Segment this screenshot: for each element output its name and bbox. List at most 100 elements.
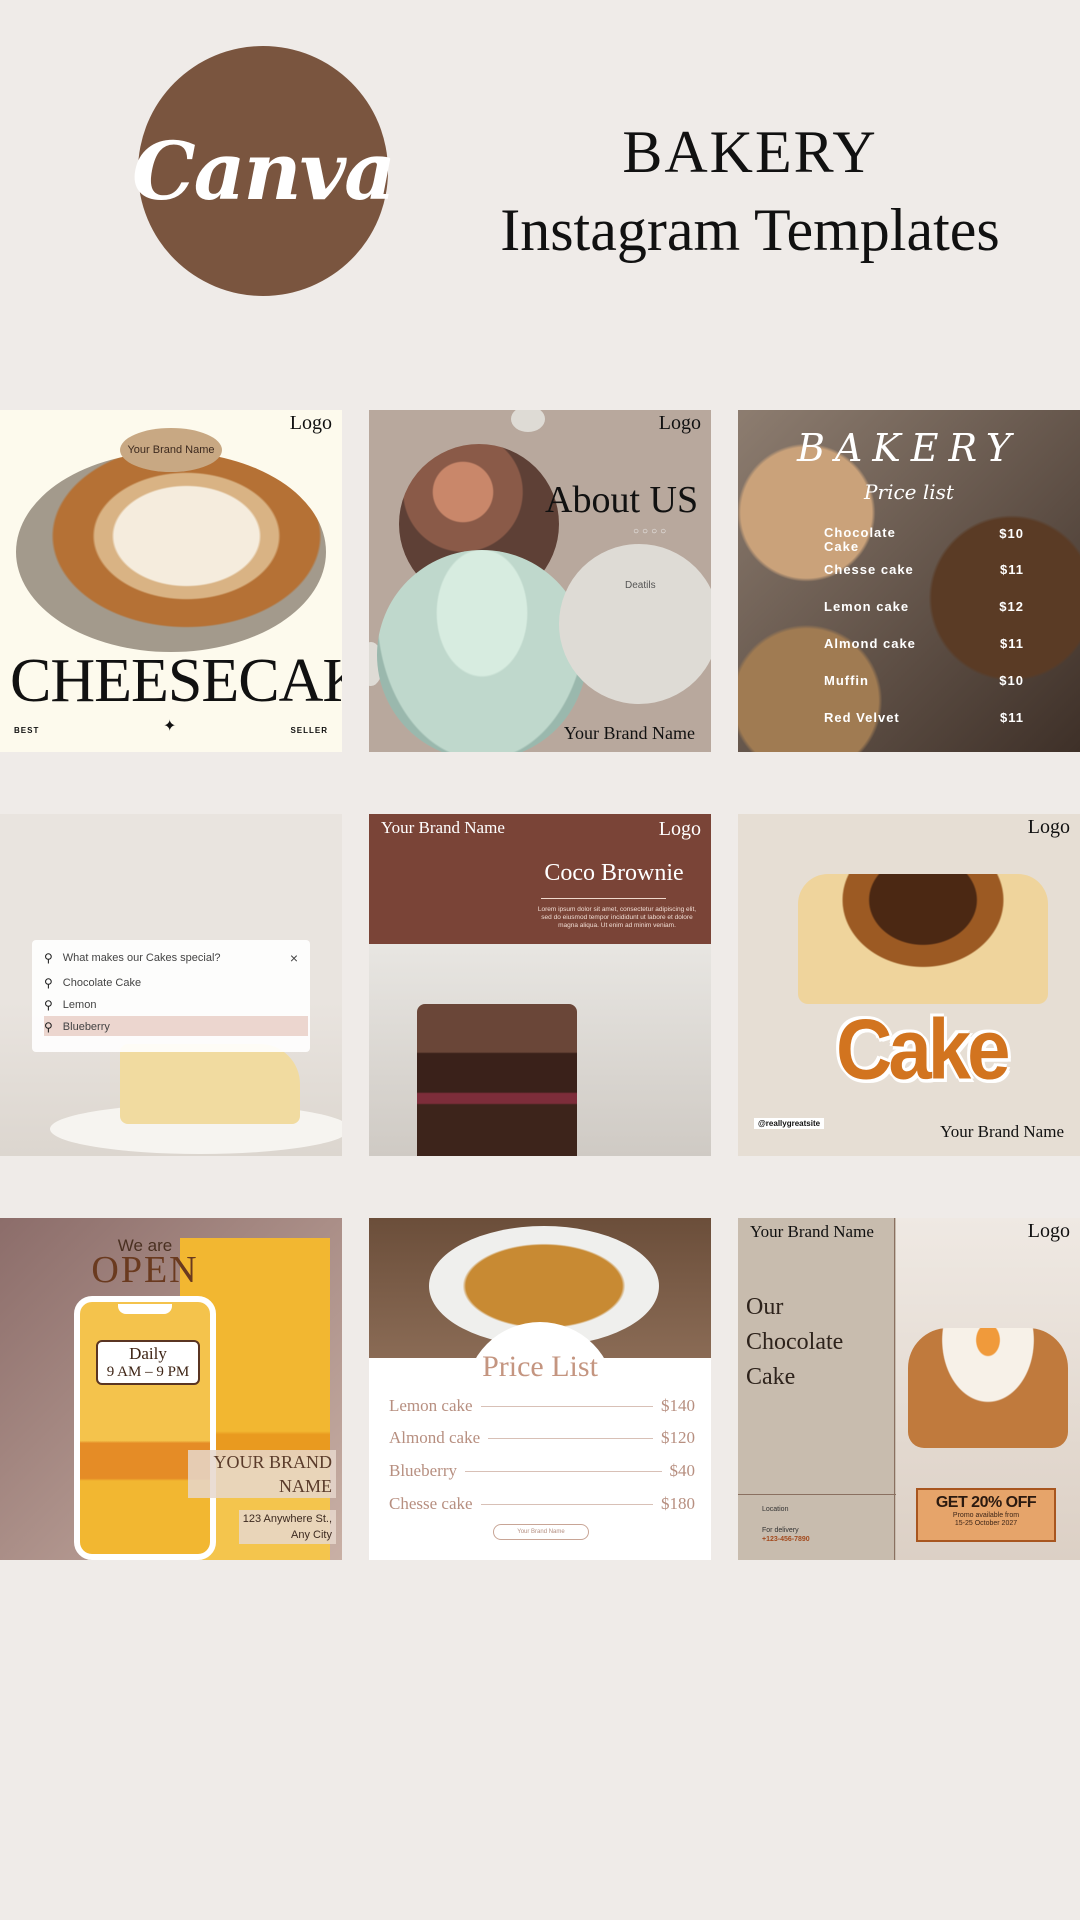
price-row: Almond cake $11 <box>824 636 1024 651</box>
logo-placeholder: Logo <box>658 412 701 434</box>
dots-decoration: ○○○○ <box>633 526 670 537</box>
template-bakery-price-list[interactable]: BAKERY Price list Chocolate Cake $10 Ches… <box>738 410 1080 752</box>
cake-photo <box>120 1044 300 1124</box>
promo-subtext: 15-25 October 2027 <box>954 1520 1018 1527</box>
headline: BAKERY <box>796 426 1022 470</box>
brownie-photo <box>417 1004 577 1156</box>
headline: CHEESECAKE <box>10 647 342 715</box>
dotted-leader <box>480 1503 653 1505</box>
hours-label: 9 AM – 9 PM <box>106 1364 190 1380</box>
headline: Our Chocolate Cake <box>746 1290 843 1395</box>
template-chocolate-cake[interactable]: Your Brand Name Logo Our Chocolate Cake … <box>738 1218 1080 1560</box>
price-row: Muffin $10 <box>824 673 1024 688</box>
suggestion-label: Lemon <box>62 999 97 1011</box>
template-search-cakes[interactable]: ⚲ What makes our Cakes special? × ⚲ Choco… <box>0 814 342 1156</box>
cake-photo <box>908 1328 1068 1448</box>
search-icon: ⚲ <box>44 976 53 990</box>
canva-logo-text: Canva <box>132 124 396 218</box>
search-icon: ⚲ <box>44 1020 53 1034</box>
price-row: Red Velvet $11 <box>824 710 1024 725</box>
item-name: Blueberry <box>389 1461 457 1480</box>
price-row: Blueberry $40 <box>389 1461 695 1481</box>
search-input[interactable]: ⚲ What makes our Cakes special? × <box>44 950 298 966</box>
template-we-are-open[interactable]: We are OPEN Daily 9 AM – 9 PM YOUR BRAND… <box>0 1218 342 1560</box>
location-label: Location <box>762 1506 789 1513</box>
price-row: Lemon cake $140 <box>389 1396 695 1416</box>
dotted-leader <box>464 1470 662 1472</box>
product-name: Coco Brownie <box>544 860 684 886</box>
template-cake[interactable]: Logo Cake @reallygreatsite Your Brand Na… <box>738 814 1080 1156</box>
phone-frame <box>74 1296 216 1560</box>
item-name: Red Velvet <box>824 710 900 725</box>
template-cheesecake[interactable]: Your Brand Name Logo CHEESECAKE BEST ✦ S… <box>0 410 342 752</box>
item-price: $11 <box>1000 562 1024 577</box>
brand-name: YOUR BRAND NAME <box>188 1450 336 1498</box>
divider <box>541 898 666 899</box>
brand-name-button[interactable]: Your Brand Name <box>493 1524 589 1540</box>
template-coco-brownie[interactable]: Your Brand Name Logo Coco Brownie Lorem … <box>369 814 711 1156</box>
item-price: $12 <box>999 599 1024 614</box>
item-price: $180 <box>661 1494 695 1513</box>
logo-placeholder: Logo <box>289 412 332 434</box>
brand-name: Your Brand Name <box>127 444 215 456</box>
search-suggestion[interactable]: ⚲ Lemon <box>44 998 96 1012</box>
suggestion-label: Blueberry <box>62 1021 110 1033</box>
promo-subtext: Promo available from <box>952 1512 1020 1519</box>
address-line: Any City <box>291 1529 332 1541</box>
phone-notch <box>118 1304 172 1314</box>
canva-logo: Canva <box>132 46 396 296</box>
address-line: 123 Anywhere St., <box>242 1513 332 1525</box>
brand-name: Your Brand Name <box>381 818 505 837</box>
item-price: $11 <box>1000 636 1024 651</box>
headline-line: Cake <box>746 1364 796 1390</box>
cake-photo <box>798 874 1048 1004</box>
open-headline: OPEN <box>91 1249 199 1291</box>
website-handle: @reallygreatsite <box>754 1118 825 1129</box>
search-suggestion[interactable]: ⚲ Blueberry <box>44 1020 110 1034</box>
cake-photo <box>377 550 587 752</box>
page-title: BAKERY <box>622 119 878 185</box>
search-icon: ⚲ <box>44 951 53 965</box>
price-row: Chocolate Cake $10 <box>824 526 1024 554</box>
brand-name: Your Brand Name <box>940 1122 1064 1141</box>
price-row: Almond cake $120 <box>389 1428 695 1448</box>
headline: Price List <box>482 1350 598 1383</box>
divider <box>738 1494 896 1495</box>
phone-number: +123-456-7890 <box>762 1536 810 1543</box>
item-name: Lemon cake <box>824 599 910 614</box>
days-label: Daily <box>129 1344 167 1363</box>
divider <box>894 1218 895 1560</box>
item-price: $10 <box>999 526 1024 541</box>
price-row: Lemon cake $12 <box>824 599 1024 614</box>
headline-line: Our <box>746 1294 784 1320</box>
item-price: $11 <box>1000 710 1024 725</box>
brand-name-pill: Your Brand Name <box>120 428 222 472</box>
decor-circle <box>511 410 545 432</box>
details-circle <box>559 544 711 704</box>
search-suggestion[interactable]: ⚲ Chocolate Cake <box>44 976 141 990</box>
promo-text: GET 20% OFF <box>935 1494 1037 1511</box>
headline-line: Chocolate <box>746 1329 844 1355</box>
hours-card: Daily 9 AM – 9 PM <box>96 1340 200 1385</box>
details-label: Deatils <box>625 580 656 591</box>
item-name: Almond cake <box>389 1428 481 1447</box>
template-about-us[interactable]: Logo About US ○○○○ Deatils Your Brand Na… <box>369 410 711 752</box>
search-query: What makes our Cakes special? <box>62 952 221 964</box>
item-price: $10 <box>999 673 1024 688</box>
logo-placeholder: Logo <box>1027 1220 1070 1242</box>
headline: Cake <box>836 1000 1010 1098</box>
item-name: Lemon cake <box>389 1396 473 1415</box>
sparkle-icon: ✦ <box>163 718 177 735</box>
item-price: $140 <box>661 1396 695 1415</box>
seller-tag: SELLER <box>290 726 328 735</box>
promo-badge: GET 20% OFF Promo available from 15-25 O… <box>916 1488 1056 1542</box>
brand-name: Your Brand Name <box>750 1222 874 1241</box>
item-name: Muffin <box>824 673 869 688</box>
price-row: Chesse cake $11 <box>824 562 1024 577</box>
price-row: Chesse cake $180 <box>389 1494 695 1514</box>
dotted-leader <box>488 1437 653 1439</box>
template-price-list[interactable]: Price List Lemon cake $140 Almond cake $12… <box>369 1218 711 1560</box>
cake-photo <box>16 452 326 652</box>
close-icon[interactable]: × <box>290 950 298 966</box>
description-text: Lorem ipsum dolor sit amet, consectetur … <box>537 906 697 929</box>
